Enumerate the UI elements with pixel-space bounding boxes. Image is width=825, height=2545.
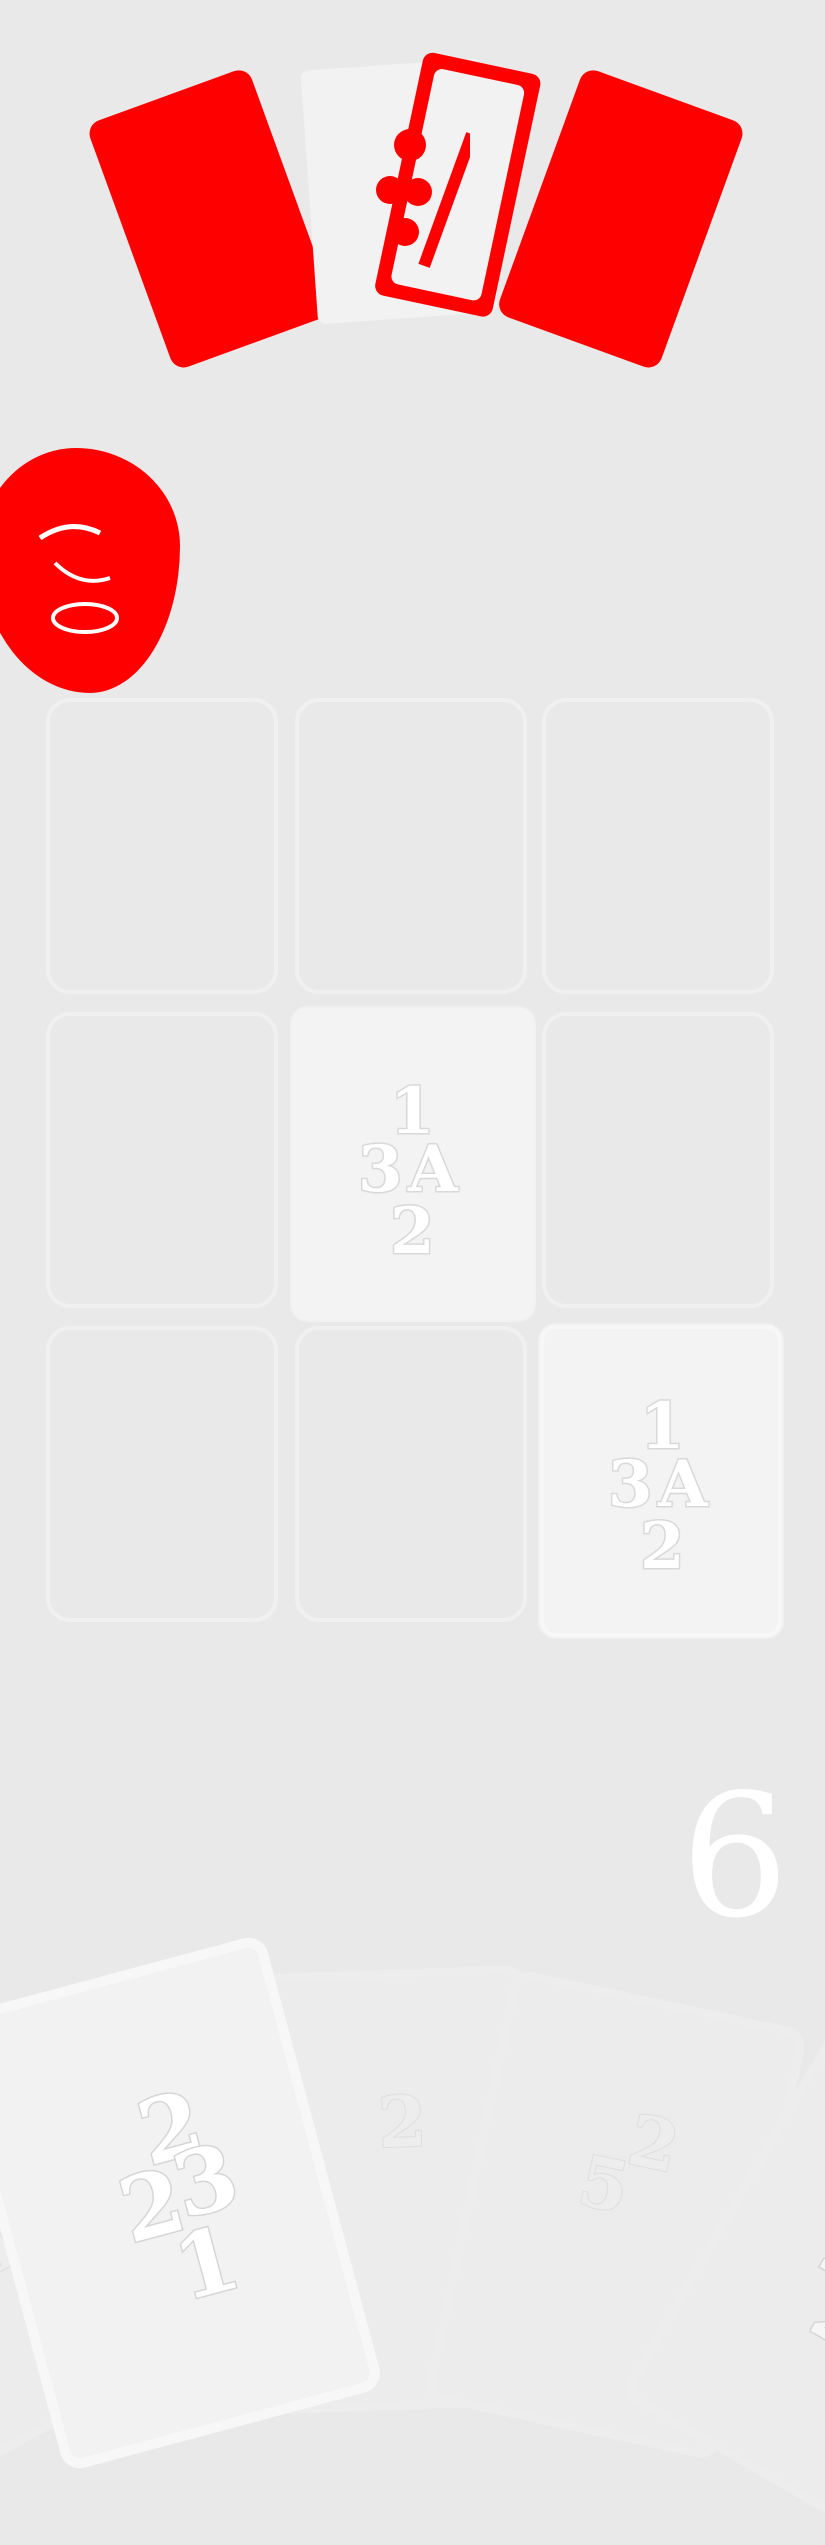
red-token-icon [0, 448, 180, 693]
card-right-value: A [657, 1447, 710, 1522]
board-card-5: 1 3 A 2 [292, 1008, 534, 1320]
card-left-value: 3 [607, 1447, 655, 1522]
card-left-value: 2 [806, 2204, 825, 2306]
card-top-value: 2 [376, 2079, 430, 2166]
card-art-icon [376, 129, 470, 268]
card-bottom-value: 2 [389, 1194, 437, 1269]
board-slot-8[interactable] [295, 1326, 527, 1622]
card-top-value: 2 [620, 2097, 687, 2190]
token-face-icon [38, 524, 119, 634]
board-slot-4[interactable] [46, 1012, 278, 1308]
card-left-value: 3 [357, 1132, 405, 1207]
board-slot-3[interactable] [542, 698, 774, 994]
board-slot-1[interactable] [46, 698, 278, 994]
board-slot-7[interactable] [46, 1326, 278, 1622]
board-card-9: 1 3 A 2 [540, 1325, 782, 1637]
card-right-value: A [407, 1132, 460, 1207]
card-bottom-value: 1 [162, 2203, 251, 2322]
card-left-value: 5 [571, 2138, 638, 2231]
score-counter: 6 [680, 1758, 789, 1956]
opponent-card-back [85, 66, 337, 372]
board-slot-6[interactable] [542, 1012, 774, 1308]
board-slot-2[interactable] [295, 698, 527, 994]
card-bottom-value: 2 [796, 2268, 825, 2370]
card-bottom-value: 2 [639, 1509, 687, 1584]
